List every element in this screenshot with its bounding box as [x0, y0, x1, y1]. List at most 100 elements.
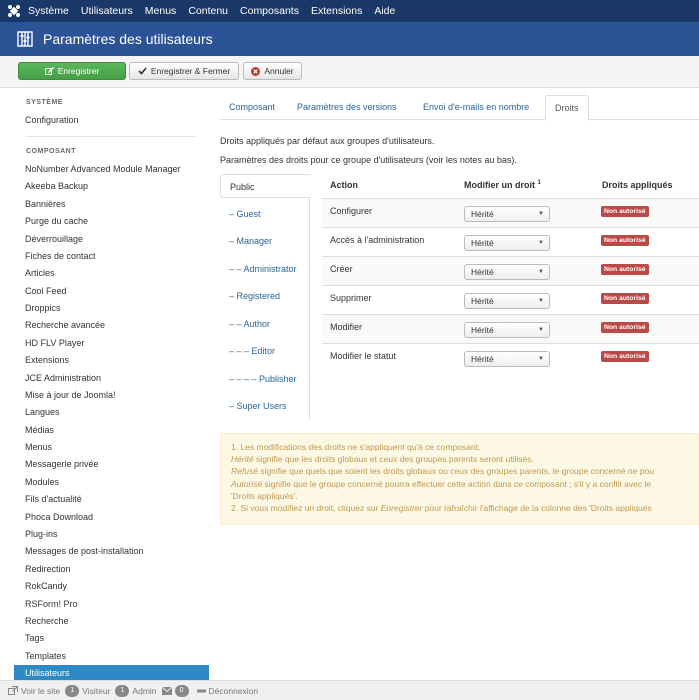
group-item[interactable]: – – Administrator	[220, 257, 310, 281]
notes-alert: 1. Les modifications des droits ne s'app…	[220, 433, 699, 525]
sidebar-item[interactable]: Extensions	[14, 352, 209, 369]
menu-contenu[interactable]: Contenu	[188, 5, 228, 17]
sidebar-item[interactable]: Articles	[14, 265, 209, 282]
sidebar-item[interactable]: Cool Feed	[14, 283, 209, 300]
permission-select[interactable]: Hérité ▼	[464, 235, 550, 251]
logout-link[interactable]: Déconnexion	[196, 686, 258, 696]
sidebar-item[interactable]: RokCandy	[14, 578, 209, 595]
group-item[interactable]: – – – – Publisher	[220, 367, 310, 391]
sidebar-item[interactable]: JCE Administration	[14, 370, 209, 387]
save-close-button[interactable]: Enregistrer & Fermer	[129, 62, 239, 80]
permission-select-value: Hérité	[471, 267, 494, 277]
sidebar-item[interactable]: HD FLV Player	[14, 335, 209, 352]
permission-select[interactable]: Hérité ▼	[464, 206, 550, 222]
tab-composant[interactable]: Composant	[229, 95, 275, 120]
toolbar: Enregistrer Enregistrer & Fermer Annuler	[0, 56, 699, 88]
rights-row: Accès à l'administration Hérité ▼ Non autor…	[322, 227, 699, 256]
action-label: Modifier	[330, 322, 363, 332]
sidebar-item[interactable]: Akeeba Backup	[14, 178, 209, 195]
permission-select[interactable]: Hérité ▼	[464, 264, 550, 280]
title-bar: Paramètres des utilisateurs	[0, 22, 699, 56]
sidebar-item[interactable]: RSForm! Pro	[14, 596, 209, 613]
caret-down-icon: ▼	[538, 211, 544, 217]
admin-label: Admin	[132, 685, 157, 696]
col-header-modify-label: Modifier un droit	[464, 180, 535, 190]
group-item[interactable]: – – Author	[220, 312, 310, 336]
note-line-1: 1. Les modifications des droits ne s'app…	[231, 442, 481, 452]
rights-row: Modifier le statut Hérité ▼ Non autorisé	[322, 343, 699, 372]
permission-select[interactable]: Hérité ▼	[464, 351, 550, 367]
tab-parametres-versions[interactable]: Paramètres des versions	[297, 95, 397, 120]
note-line-3: Refusé signifie que quels que soient les…	[231, 465, 698, 477]
group-item[interactable]: – Manager	[220, 229, 310, 253]
sidebar-item[interactable]: Bannières	[14, 196, 209, 213]
sidebar-item[interactable]: NoNumber Advanced Module Manager	[14, 161, 209, 178]
rights-row: Créer Hérité ▼ Non autorisé	[322, 256, 699, 285]
note-refuse-text: signifie que quels que soient les droits…	[257, 466, 654, 477]
menu-composants[interactable]: Composants	[240, 5, 299, 17]
sidebar-item[interactable]: Droppics	[14, 300, 209, 317]
group-item[interactable]: – Guest	[220, 202, 310, 226]
view-site-link[interactable]: Voir le site	[8, 686, 60, 696]
note-line-6: 2. Si vous modifiez un droit, cliquez su…	[231, 502, 698, 514]
action-label: Modifier le statut	[330, 351, 397, 361]
sidebar-item[interactable]: Recherche	[14, 613, 209, 630]
sidebar-item[interactable]: Fils d'actualité	[14, 491, 209, 508]
sidebar-item-configuration[interactable]: Configuration	[14, 112, 209, 129]
sidebar-divider	[26, 136, 196, 137]
sidebar-item[interactable]: Redirection	[14, 561, 209, 578]
menu-aide[interactable]: Aide	[374, 5, 395, 17]
menu-extensions[interactable]: Extensions	[311, 5, 362, 17]
sidebar-item[interactable]: Messagerie privée	[14, 456, 209, 473]
group-item[interactable]: – Registered	[220, 284, 310, 308]
sidebar-item[interactable]: Langues	[14, 404, 209, 421]
note-save-pre: 2. Si vous modifiez un droit, cliquez su…	[231, 503, 381, 514]
sidebar-item[interactable]: Fiches de contact	[14, 248, 209, 265]
tab-droits[interactable]: Droits	[545, 95, 589, 121]
joomla-logo-icon[interactable]	[0, 0, 28, 22]
status-badge: Non autorisé	[601, 264, 649, 275]
group-item[interactable]: – – – Editor	[220, 339, 310, 363]
tab-envoi-emails[interactable]: Envoi d'e-mails en nombre	[423, 95, 529, 120]
save-button[interactable]: Enregistrer	[18, 62, 126, 80]
sidebar-item[interactable]: Purge du cache	[14, 213, 209, 230]
sidebar-item[interactable]: Tags	[14, 630, 209, 647]
sidebar-item[interactable]: Messages de post-installation	[14, 543, 209, 560]
check-icon	[138, 67, 147, 75]
sidebar-item[interactable]: Mise à jour de Joomla!	[14, 387, 209, 404]
note-line-5: 'Droits appliqués'.	[231, 490, 298, 501]
menu-systeme[interactable]: Système	[28, 5, 69, 17]
note-herite-em: Hérité	[231, 454, 254, 465]
admin-count-badge: 1	[115, 684, 130, 697]
permission-select[interactable]: Hérité ▼	[464, 322, 550, 338]
permission-select-value: Hérité	[471, 209, 494, 219]
permission-select-value: Hérité	[471, 238, 494, 248]
sidebar-item[interactable]: Modules	[14, 474, 209, 491]
menu-menus[interactable]: Menus	[145, 5, 177, 17]
sidebar-item[interactable]: Phoca Download	[14, 509, 209, 526]
cancel-circle-icon	[251, 66, 261, 76]
group-item[interactable]: – Super Users	[220, 394, 310, 418]
sidebar-item[interactable]: Recherche avancée	[14, 317, 209, 334]
sidebar-item[interactable]: Déverrouillage	[14, 231, 209, 248]
permission-select-value: Hérité	[471, 325, 494, 335]
group-item[interactable]: Public	[220, 174, 311, 198]
note-autorise-em: Autorisé	[231, 478, 263, 489]
save-button-label: Enregistrer	[57, 66, 100, 76]
sidebar-item[interactable]: Menus	[14, 439, 209, 456]
sidebar-item[interactable]: Plug-ins	[14, 526, 209, 543]
sidebar-heading-composant: COMPOSANT	[26, 148, 76, 155]
sidebar-item[interactable]: Templates	[14, 648, 209, 665]
sidebar-heading-systeme: SYSTÈME	[26, 99, 63, 106]
sidebar-item[interactable]: Médias	[14, 422, 209, 439]
messages-status[interactable]: 0	[161, 684, 192, 697]
status-badge: Non autorisé	[601, 351, 649, 362]
note-herite-text: signifie que les droits globaux et ceux …	[253, 454, 534, 465]
rights-row: Modifier Hérité ▼ Non autorisé	[322, 314, 699, 343]
caret-down-icon: ▼	[538, 298, 544, 304]
permission-select[interactable]: Hérité ▼	[464, 293, 550, 309]
menu-utilisateurs[interactable]: Utilisateurs	[81, 5, 133, 17]
status-badge: Non autorisé	[601, 235, 649, 246]
cancel-button[interactable]: Annuler	[243, 62, 302, 80]
visitors-status: 1 Visiteur	[65, 684, 110, 697]
